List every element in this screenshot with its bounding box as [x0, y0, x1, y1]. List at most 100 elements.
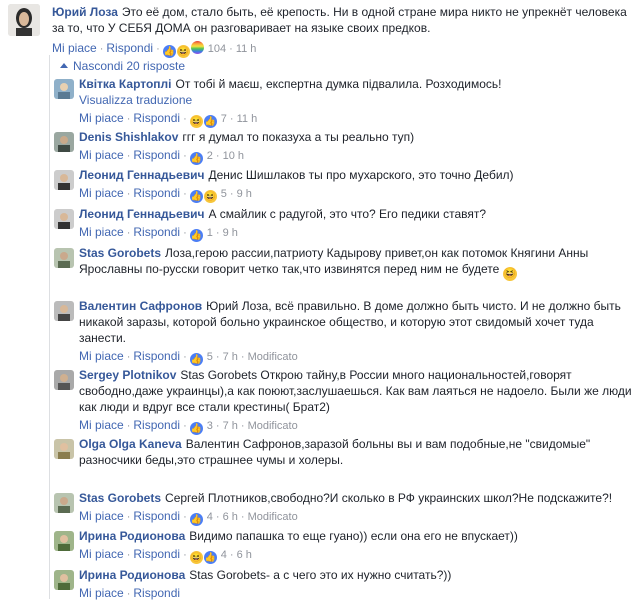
reaction-count[interactable]: 5 — [221, 188, 227, 200]
reply-button[interactable]: Rispondi — [133, 349, 180, 363]
avatar[interactable] — [54, 439, 74, 459]
reply-text: ггг я думал то показуха а ты реально туп… — [182, 130, 415, 144]
edited-label[interactable]: Modificato — [248, 511, 298, 523]
reaction-count[interactable]: 3 — [207, 420, 213, 432]
reply-author[interactable]: Olga Olga Kaneva — [79, 437, 182, 451]
reply-text: Сергей Плотников,свободно?И сколько в РФ… — [165, 491, 613, 505]
reaction-count[interactable]: 4 — [221, 549, 227, 561]
like-button[interactable]: Mi piace — [79, 586, 124, 600]
like-button[interactable]: Mi piace — [79, 225, 124, 239]
haha-reaction-icon: 😆 — [189, 551, 203, 564]
avatar[interactable] — [54, 248, 74, 268]
thread-line — [49, 55, 50, 599]
reply-text: Видимо папашка то еще гуано)) если она е… — [189, 529, 518, 543]
reply-text: Денис Шишлаков ты про мухарского, это то… — [208, 168, 514, 182]
reply-author[interactable]: Sergey Plotnikov — [79, 368, 176, 382]
timestamp[interactable]: 9 h — [237, 188, 252, 200]
like-reaction-icon: 👍 — [189, 229, 203, 242]
avatar[interactable] — [54, 370, 74, 390]
reply-button[interactable]: Rispondi — [133, 111, 180, 125]
avatar[interactable] — [54, 132, 74, 152]
user-photo-icon — [8, 4, 40, 36]
user-photo-icon — [54, 531, 74, 551]
hide-replies-label: Nascondi 20 risposte — [73, 59, 186, 73]
reply-author[interactable]: Леонид Геннадьевич — [79, 168, 204, 182]
reply-meta: Mi piace · Rispondi · 👍 5 · 7 h · Modificato — [79, 349, 298, 366]
like-button[interactable]: Mi piace — [79, 349, 124, 363]
reply-button[interactable]: Rispondi — [133, 547, 180, 561]
user-photo-icon — [54, 248, 74, 268]
avatar[interactable] — [8, 4, 40, 36]
like-reaction-icon: 👍 — [203, 551, 217, 564]
like-button[interactable]: Mi piace — [52, 41, 97, 55]
reply-author[interactable]: Леонид Геннадьевич — [79, 207, 204, 221]
reply-author[interactable]: Ирина Родионова — [79, 568, 185, 582]
reply-text: От тобі й маєш, експертна думка підвалил… — [175, 77, 502, 91]
reply-button[interactable]: Rispondi — [133, 186, 180, 200]
reply-author[interactable]: Валентин Сафронов — [79, 299, 202, 313]
edited-label[interactable]: Modificato — [248, 420, 298, 432]
like-button[interactable]: Mi piace — [79, 509, 124, 523]
reaction-count[interactable]: 1 — [207, 227, 213, 239]
reply-author[interactable]: Квітка Картоплі — [79, 77, 172, 91]
like-reaction-icon: 👍 — [189, 353, 203, 366]
like-button[interactable]: Mi piace — [79, 148, 124, 162]
reply-button[interactable]: Rispondi — [133, 586, 180, 600]
translate-link[interactable]: Visualizza traduzione — [79, 93, 192, 107]
reply-author[interactable]: Stas Gorobets — [79, 491, 161, 505]
timestamp[interactable]: 6 h — [237, 549, 252, 561]
reply-text: Stas Gorobets- а с чего это их нужно счи… — [189, 568, 452, 582]
haha-reaction-icon: 😆 — [189, 115, 203, 128]
avatar[interactable] — [54, 79, 74, 99]
timestamp[interactable]: 11 h — [236, 43, 257, 55]
avatar[interactable] — [54, 531, 74, 551]
like-reaction-icon: 👍 — [162, 45, 176, 58]
avatar[interactable] — [54, 493, 74, 513]
user-photo-icon — [54, 439, 74, 459]
reply-meta: Mi piace · Rispondi · 👍 1 · 9 h — [79, 225, 238, 242]
comment-author[interactable]: Юрий Лоза — [52, 5, 118, 19]
avatar[interactable] — [54, 301, 74, 321]
timestamp[interactable]: 6 h — [223, 511, 238, 523]
timestamp[interactable]: 11 h — [237, 113, 258, 125]
like-button[interactable]: Mi piace — [79, 111, 124, 125]
reactions[interactable]: 👍 😆 104 — [162, 41, 226, 58]
reaction-count[interactable]: 5 — [207, 351, 213, 363]
avatar[interactable] — [54, 570, 74, 590]
reply-button[interactable]: Rispondi — [133, 509, 180, 523]
reaction-count[interactable]: 2 — [207, 150, 213, 162]
laughing-emoji-icon: 😆 — [502, 267, 517, 281]
haha-reaction-icon: 😆 — [203, 190, 217, 203]
like-button[interactable]: Mi piace — [79, 418, 124, 432]
reply-text: А смайлик с радугой, это что? Его педики… — [208, 207, 487, 221]
timestamp[interactable]: 10 h — [223, 150, 244, 162]
user-photo-icon — [54, 370, 74, 390]
reply-button[interactable]: Rispondi — [133, 418, 180, 432]
edited-label[interactable]: Modificato — [248, 351, 298, 363]
avatar[interactable] — [54, 170, 74, 190]
user-photo-icon — [54, 209, 74, 229]
reply-author[interactable]: Ирина Родионова — [79, 529, 185, 543]
reply-author[interactable]: Stas Gorobets — [79, 246, 161, 260]
reply-button[interactable]: Rispondi — [106, 41, 153, 55]
like-button[interactable]: Mi piace — [79, 547, 124, 561]
timestamp[interactable]: 9 h — [223, 227, 238, 239]
reply-author[interactable]: Denis Shishlakov — [79, 130, 178, 144]
reaction-count[interactable]: 7 — [221, 113, 227, 125]
like-reaction-icon: 👍 — [203, 115, 217, 128]
like-reaction-icon: 👍 — [189, 513, 203, 526]
reply-meta: Mi piace · Rispondi — [79, 586, 181, 600]
like-button[interactable]: Mi piace — [79, 186, 124, 200]
comment-meta: Mi piace · Rispondi · 👍 😆 104 · 11 h — [52, 41, 257, 58]
timestamp[interactable]: 7 h — [223, 420, 238, 432]
reply-meta: Mi piace · Rispondi · 👍 3 · 7 h · Modificato — [79, 418, 298, 435]
user-photo-icon — [54, 132, 74, 152]
hide-replies-button[interactable]: Nascondi 20 risposte — [60, 59, 185, 73]
reaction-count[interactable]: 4 — [207, 511, 213, 523]
reply-button[interactable]: Rispondi — [133, 225, 180, 239]
comment-text: Это её дом, стало быть, её крепость. Ни … — [52, 5, 627, 35]
reply-button[interactable]: Rispondi — [133, 148, 180, 162]
avatar[interactable] — [54, 209, 74, 229]
timestamp[interactable]: 7 h — [223, 351, 238, 363]
reply-meta: Mi piace · Rispondi · 👍 😆 5 · 9 h — [79, 186, 252, 203]
